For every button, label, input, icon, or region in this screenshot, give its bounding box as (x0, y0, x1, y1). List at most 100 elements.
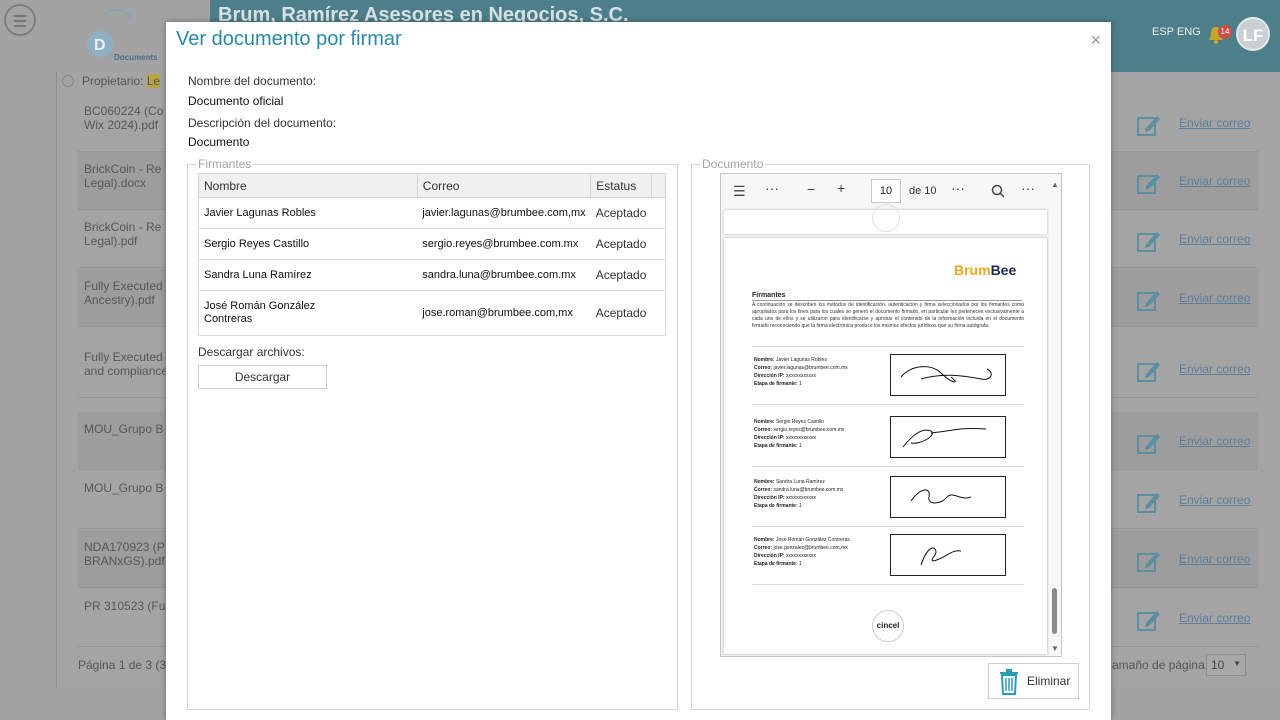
app-logo-text: Documents (114, 53, 158, 62)
table-row[interactable]: Javier Lagunas Robles javier.lagunas@brum… (198, 197, 666, 229)
edit-document-icon[interactable] (1136, 358, 1162, 384)
send-email-link[interactable]: Enviar correo (1179, 434, 1250, 448)
signature-info: Nombre: Sandra Luna Ramírez Correo: sandr… (754, 479, 844, 509)
signer-name: Sandra Luna Ramírez (198, 259, 418, 291)
signer-name: Javier Lagunas Robles (198, 197, 418, 229)
send-email-link[interactable]: Enviar correo (1179, 552, 1250, 566)
column-header-spacer (651, 173, 666, 198)
page-total: de 10 (909, 185, 937, 197)
signature-info: Nombre: José Román González Contreras Cor… (754, 537, 850, 567)
signers-table-body: Javier Lagunas Robles javier.lagunas@brum… (198, 197, 666, 336)
file-name: MOU_Grupo B (84, 481, 164, 495)
download-button[interactable]: Descargar (198, 365, 327, 389)
outline-list-icon[interactable]: ☰ (733, 183, 746, 200)
page-number-input[interactable]: 10 (871, 179, 901, 203)
send-email-link[interactable]: Enviar correo (1179, 611, 1250, 625)
scroll-down-icon[interactable]: ▼ (1051, 644, 1059, 653)
page-heading: Firmantes (752, 292, 786, 299)
edit-document-icon[interactable] (1136, 170, 1162, 196)
signer-email: sandra.luna@brumbee.com.mx (417, 259, 591, 291)
column-header-name[interactable]: Nombre (198, 173, 418, 198)
column-header-email[interactable]: Correo (416, 173, 592, 198)
seal-icon (872, 204, 900, 232)
zoom-out-icon[interactable]: − (807, 181, 815, 197)
edit-document-icon[interactable] (1136, 228, 1162, 254)
page-intro-text: A continuación se describen los métodos … (752, 302, 1024, 329)
delete-button[interactable]: Eliminar (988, 663, 1079, 699)
more-options-icon[interactable]: ··· (951, 180, 965, 196)
viewer-scrollbar[interactable]: ▲ ▼ (1049, 174, 1061, 656)
handwritten-signature-icon (910, 489, 972, 504)
edit-document-icon[interactable] (1136, 287, 1162, 313)
owner-label: Propietario: (82, 74, 144, 88)
signature-separator (752, 526, 1024, 527)
more-options-icon[interactable]: ··· (765, 180, 779, 196)
clear-filter-icon[interactable] (62, 75, 74, 87)
delete-button-label: Eliminar (1027, 674, 1071, 688)
download-label: Descargar archivos: (198, 345, 305, 359)
view-document-modal: Ver documento por firmar × Nombre del do… (166, 22, 1111, 720)
send-email-link[interactable]: Enviar correo (1179, 174, 1250, 188)
signature-separator (752, 584, 1024, 585)
zoom-in-icon[interactable]: + (837, 180, 845, 196)
signer-status: Aceptado (590, 290, 666, 336)
pdf-toolbar: ☰ ··· − + 10 de 10 ··· ··· (721, 174, 1051, 208)
page-size-value: 10 (1211, 658, 1225, 672)
table-header-row: Nombre Correo Estatus (198, 173, 666, 198)
send-email-link[interactable]: Enviar correo (1179, 232, 1250, 246)
avatar[interactable]: LF (1236, 17, 1270, 51)
edit-document-icon[interactable] (1136, 489, 1162, 515)
hamburger-menu-icon[interactable] (4, 4, 36, 36)
handwritten-signature-icon (920, 547, 962, 566)
intro-separator (752, 346, 1024, 347)
edit-document-icon[interactable] (1136, 430, 1162, 456)
close-icon[interactable]: × (1090, 30, 1101, 51)
send-email-link[interactable]: Enviar correo (1179, 362, 1250, 376)
edit-document-icon[interactable] (1136, 548, 1162, 574)
handwritten-signature-icon (902, 428, 987, 448)
file-name: MOU_Grupo B (84, 422, 164, 436)
file-name: PR 310523 (Fu (84, 599, 166, 613)
column-header-status[interactable]: Estatus (590, 173, 653, 198)
file-name: Fully Executed Ancestry).pdf (84, 279, 163, 307)
document-legend: Documento (700, 157, 766, 171)
scroll-up-icon[interactable]: ▲ (1051, 180, 1059, 189)
brand-part-1: Brum (954, 262, 991, 278)
signer-email: sergio.reyes@brumbee.com.mx (417, 228, 591, 260)
edit-document-icon[interactable] (1136, 112, 1162, 138)
overflow-menu-icon[interactable]: ··· (1021, 180, 1035, 196)
file-name: BC060224 (Co Wix 2024).pdf (84, 104, 164, 132)
signature-info: Nombre: Javier Lagunas Robles Correo: jav… (754, 357, 848, 387)
pdf-viewer[interactable]: ☰ ··· − + 10 de 10 ··· ··· BrumBee Firma… (720, 173, 1062, 657)
heading-rule (752, 300, 1022, 301)
edit-document-icon[interactable] (1136, 607, 1162, 633)
signers-legend: Firmantes (196, 157, 254, 171)
signer-status: Aceptado (590, 197, 666, 229)
file-name: Fully Executed and compliance (84, 350, 169, 378)
signature-info: Nombre: Sergio Reyes Castillo Correo: ser… (754, 419, 845, 449)
pdf-page: BrumBee Firmantes A continuación se desc… (724, 238, 1047, 654)
language-switch[interactable]: ESP ENG (1152, 26, 1201, 38)
cincel-seal: cincel (872, 610, 904, 642)
doc-name-value: Documento oficial (188, 94, 284, 108)
previous-page (724, 204, 1047, 234)
signature-separator (752, 404, 1024, 405)
table-row[interactable]: Sergio Reyes Castillo sergio.reyes@brumbe… (198, 228, 666, 260)
page-size-label: amaño de página: (1112, 658, 1209, 672)
send-email-link[interactable]: Enviar correo (1179, 493, 1250, 507)
file-name: NDA170923 (P BRANxGS).pdf (84, 540, 165, 568)
signer-status: Aceptado (590, 228, 666, 260)
search-icon[interactable] (991, 184, 1005, 198)
send-email-link[interactable]: Enviar correo (1179, 291, 1250, 305)
scrollbar-thumb[interactable] (1052, 588, 1057, 634)
send-email-link[interactable]: Enviar correo (1179, 116, 1250, 130)
owner-value: Le (146, 74, 161, 88)
handwritten-signature-icon (900, 366, 992, 383)
table-row[interactable]: José Román González Contreras jose.roman@… (198, 290, 666, 336)
page-size-select[interactable]: 10 ▼ (1206, 654, 1246, 676)
signer-name: José Román González Contreras (198, 290, 418, 336)
svg-text:D: D (94, 37, 106, 54)
chevron-down-icon: ▼ (1233, 659, 1241, 668)
table-row[interactable]: Sandra Luna Ramírez sandra.luna@brumbee.c… (198, 259, 666, 291)
brand-part-2: Bee (990, 262, 1017, 278)
